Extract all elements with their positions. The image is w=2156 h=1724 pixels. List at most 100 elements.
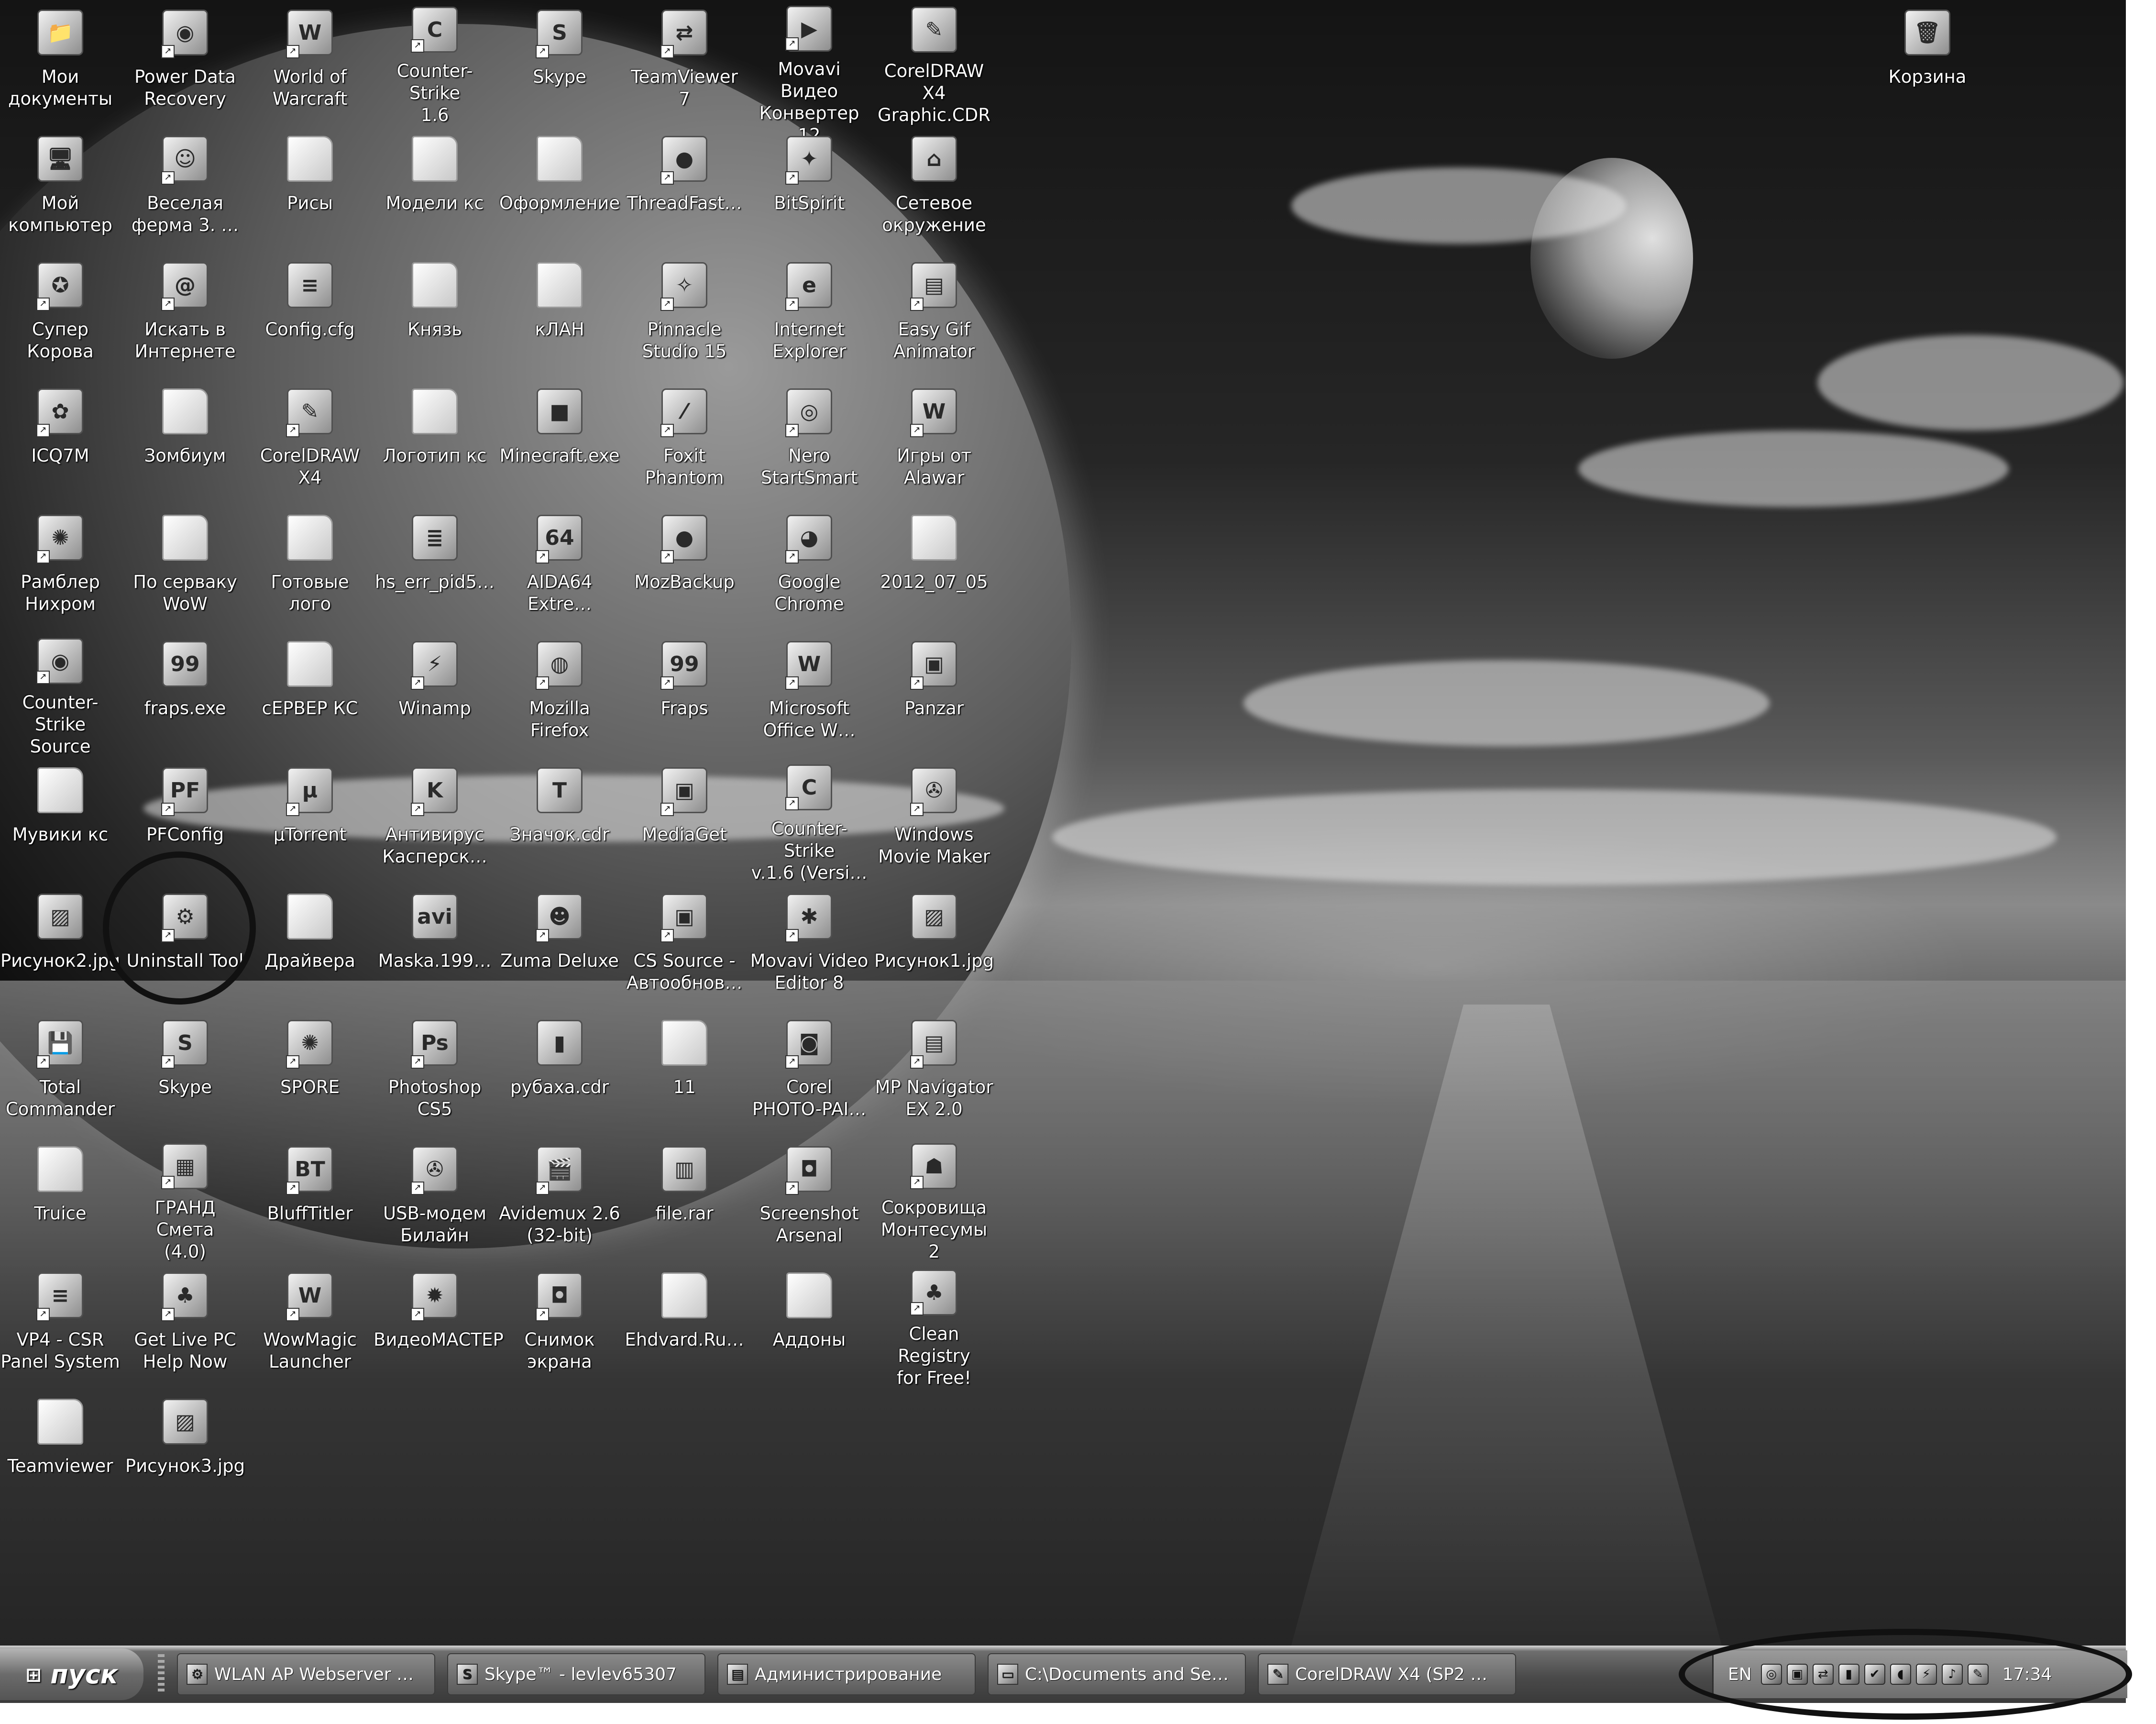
desktop-icon-tile[interactable]: ▨ Рисунок1.jpg	[872, 884, 996, 1010]
desktop[interactable]: 📁 Мои документы ◉ ↗ Power Data Recovery W ↗ Wor…	[0, 0, 2126, 1646]
taskbar-button[interactable]: ▤ Администрирование	[717, 1653, 976, 1695]
desktop-icon-tile[interactable]: 🖥 Мой компьютер	[0, 126, 122, 253]
desktop-icon-tile[interactable]: По серваку WoW	[123, 505, 247, 631]
desktop-icon-tile[interactable]: S ↗ Skype	[123, 1010, 247, 1137]
taskbar-grip[interactable]	[158, 1654, 165, 1694]
desktop-icon-tile[interactable]: 99 ↗ Fraps	[622, 631, 747, 758]
desktop-icon-tile[interactable]: Мувики кс	[0, 758, 122, 884]
desktop-icon-tile[interactable]: Ps ↗ Photoshop CS5	[373, 1010, 497, 1137]
desktop-icon-tile[interactable]: ⁄ ↗ Foxit Phantom	[622, 379, 747, 505]
desktop-icon-tile[interactable]: PF ↗ PFConfig	[123, 758, 247, 884]
desktop-icon-tile[interactable]: ● ↗ ThreadFast…	[622, 126, 747, 253]
desktop-icon-tile[interactable]: ☗ ↗ Сокровища Монтесумы 2	[872, 1137, 996, 1263]
desktop-icon-tile[interactable]: Зомбиум	[123, 379, 247, 505]
desktop-icon-tile[interactable]: ◉ ↗ Counter-Strike Source	[0, 631, 122, 758]
tray-app-icon[interactable]: ⚡	[1915, 1664, 1937, 1685]
taskbar-button[interactable]: ⚙ WLAN AP Webserver …	[177, 1653, 435, 1695]
desktop-icon-tile[interactable]: BT ↗ BluffTitler	[248, 1137, 372, 1263]
desktop-icon-tile[interactable]: W ↗ Игры от Alawar	[872, 379, 996, 505]
desktop-icon-tile[interactable]: avi Maska.199…	[373, 884, 497, 1010]
desktop-icon-tile[interactable]: ▶ ↗ Movavi Видео Конвертер 12	[747, 0, 871, 145]
desktop-icon-tile[interactable]: ▣ ↗ MediaGet	[622, 758, 747, 884]
desktop-icon-tile[interactable]: ◎ ↗ Nero StartSmart	[747, 379, 871, 505]
desktop-icon-tile[interactable]: Truice	[0, 1137, 122, 1263]
desktop-icon-tile[interactable]: 64 ↗ AIDA64 Extre…	[497, 505, 622, 631]
desktop-icon-tile[interactable]: ▥ file.rar	[622, 1137, 747, 1263]
tray-app-icon[interactable]: ♪	[1941, 1664, 1963, 1685]
desktop-icon-tile[interactable]: ◙ ↗ Corel PHOTO-PAI…	[747, 1010, 871, 1137]
taskbar-button[interactable]: ▭ C:\Documents and Se…	[988, 1653, 1246, 1695]
desktop-icon-tile[interactable]: ▤ ↗ Easy Gif Animator	[872, 253, 996, 379]
desktop-icon-tile[interactable]: µ ↗ µTorrent	[248, 758, 372, 884]
desktop-icon-tile[interactable]: Ehdvard.Ru…	[622, 1263, 747, 1389]
desktop-icon-tile[interactable]: ☺ ↗ Веселая ферма 3. …	[123, 126, 247, 253]
language-indicator[interactable]: EN	[1728, 1665, 1752, 1684]
desktop-icon-tile[interactable]: ▦ ↗ ГРАНД Смета (4.0)	[123, 1137, 247, 1263]
desktop-icon-tile[interactable]: ◘ ↗ Снимок экрана	[497, 1263, 622, 1389]
desktop-icon-tile[interactable]: ⚙ ↗ Uninstall Tool	[123, 884, 247, 1010]
desktop-icon-tile[interactable]: ◘ ↗ Screenshot Arsenal	[747, 1137, 871, 1263]
start-button[interactable]: ⊞ пуск	[0, 1648, 143, 1700]
desktop-icon-tile[interactable]: ◉ ↗ Power Data Recovery	[123, 0, 247, 126]
desktop-icon-tile[interactable]: 2012_07_05	[872, 505, 996, 631]
tray-app-icon[interactable]: ◎	[1760, 1664, 1782, 1685]
desktop-icon-tile[interactable]: ≡ ↗ VP4 - CSR Panel System	[0, 1263, 122, 1389]
desktop-icon-tile[interactable]: Рисы	[248, 126, 372, 253]
desktop-icon-tile[interactable]: ▮ рубаха.cdr	[497, 1010, 622, 1137]
desktop-icon-tile[interactable]: ✎ CorelDRAW X4 Graphic.CDR	[872, 0, 996, 126]
desktop-icon-tile[interactable]: ✪ ↗ Супер Корова	[0, 253, 122, 379]
desktop-icon-tile[interactable]: S ↗ Skype	[497, 0, 622, 126]
tray-app-icon[interactable]: ✎	[1967, 1664, 1989, 1685]
desktop-icon-tile[interactable]: ▤ ↗ MP Navigator EX 2.0	[872, 1010, 996, 1137]
desktop-icon-tile[interactable]: Аддоны	[747, 1263, 871, 1389]
desktop-icon-tile[interactable]: Готовые лого	[248, 505, 372, 631]
desktop-icon-tile[interactable]: ✿ ↗ ICQ7M	[0, 379, 122, 505]
desktop-icon-tile[interactable]: ☻ ↗ Zuma Deluxe	[497, 884, 622, 1010]
taskbar-button[interactable]: S Skype™ - levlev65307	[447, 1653, 705, 1695]
desktop-icon-tile[interactable]: 99 fraps.exe	[123, 631, 247, 758]
clock[interactable]: 17:34	[2002, 1665, 2052, 1684]
desktop-icon-tile[interactable]: 📁 Мои документы	[0, 0, 122, 126]
desktop-icon-tile[interactable]: ■ Minecraft.exe	[497, 379, 622, 505]
desktop-icon-tile[interactable]: ✺ ↗ Рамблер Нихром	[0, 505, 122, 631]
desktop-icon-tile[interactable]: ✹ ↗ ВидеоМАСТЕР	[373, 1263, 504, 1389]
tray-app-icon[interactable]: ✔	[1864, 1664, 1885, 1685]
desktop-icon-tile[interactable]: ✧ ↗ Pinnacle Studio 15	[622, 253, 747, 379]
desktop-icon-tile[interactable]: 💾 ↗ Total Commander	[0, 1010, 122, 1137]
desktop-icon-tile[interactable]: ⚡ ↗ Winamp	[373, 631, 497, 758]
recycle-bin-icon-tile[interactable]: 🗑 Корзина	[1865, 0, 1990, 126]
desktop-icon-tile[interactable]: ▣ ↗ Panzar	[872, 631, 996, 758]
desktop-icon-tile[interactable]: ♣ ↗ Clean Registry for Free!	[872, 1263, 996, 1389]
desktop-icon-tile[interactable]: Оформление	[497, 126, 622, 253]
desktop-icon-tile[interactable]: Модели кс	[373, 126, 497, 253]
tray-app-icon[interactable]: ▣	[1786, 1664, 1808, 1685]
desktop-icon-tile[interactable]: Драйвера	[248, 884, 372, 1010]
desktop-icon-tile[interactable]: Логотип кс	[373, 379, 497, 505]
desktop-icon-tile[interactable]: W ↗ WowMagic Launcher	[248, 1263, 372, 1389]
desktop-icon-tile[interactable]: ⇄ ↗ TeamViewer 7	[622, 0, 747, 126]
desktop-icon-tile[interactable]: сЕРВЕР КС	[248, 631, 372, 758]
desktop-icon-tile[interactable]: 11	[622, 1010, 747, 1137]
desktop-icon-tile[interactable]: ▨ Рисунок3.jpg	[123, 1389, 247, 1515]
desktop-icon-tile[interactable]: ✦ ↗ BitSpirit	[747, 126, 871, 253]
desktop-icon-tile[interactable]: ▣ ↗ CS Source - Автообнов…	[622, 884, 747, 1010]
desktop-icon-tile[interactable]: ✱ ↗ Movavi Video Editor 8	[747, 884, 871, 1010]
desktop-icon-tile[interactable]: кЛАН	[497, 253, 622, 379]
desktop-icon-tile[interactable]: ♣ ↗ Get Live PC Help Now	[123, 1263, 247, 1389]
desktop-icon-tile[interactable]: W ↗ Microsoft Office W…	[747, 631, 871, 758]
desktop-icon-tile[interactable]: ⌂ Сетевое окружение	[872, 126, 996, 253]
taskbar-button[interactable]: ✎ CorelDRAW X4 (SP2 …	[1258, 1653, 1516, 1695]
desktop-icon-tile[interactable]: ≣ hs_err_pid5…	[373, 505, 497, 631]
desktop-icon-tile[interactable]: Teamviewer	[0, 1389, 122, 1515]
desktop-icon-tile[interactable]: C ↗ Counter-Strike 1.6	[373, 0, 497, 126]
desktop-icon-tile[interactable]: ◕ ↗ Google Chrome	[747, 505, 871, 631]
tray-app-icon[interactable]: ◖	[1890, 1664, 1911, 1685]
tray-app-icon[interactable]: ⇄	[1812, 1664, 1834, 1685]
desktop-icon-tile[interactable]: ✇ ↗ Windows Movie Maker	[872, 758, 996, 884]
desktop-icon-tile[interactable]: ✺ ↗ SPORE	[248, 1010, 372, 1137]
desktop-icon-tile[interactable]: ● ↗ MozBackup	[622, 505, 747, 631]
desktop-icon-tile[interactable]: e ↗ Internet Explorer	[747, 253, 871, 379]
desktop-icon-tile[interactable]: ✇ ↗ USB-модем Билайн	[373, 1137, 497, 1263]
desktop-icon-tile[interactable]: ▨ Рисунок2.jpg	[0, 884, 122, 1010]
desktop-icon-tile[interactable]: T Значок.cdr	[497, 758, 622, 884]
